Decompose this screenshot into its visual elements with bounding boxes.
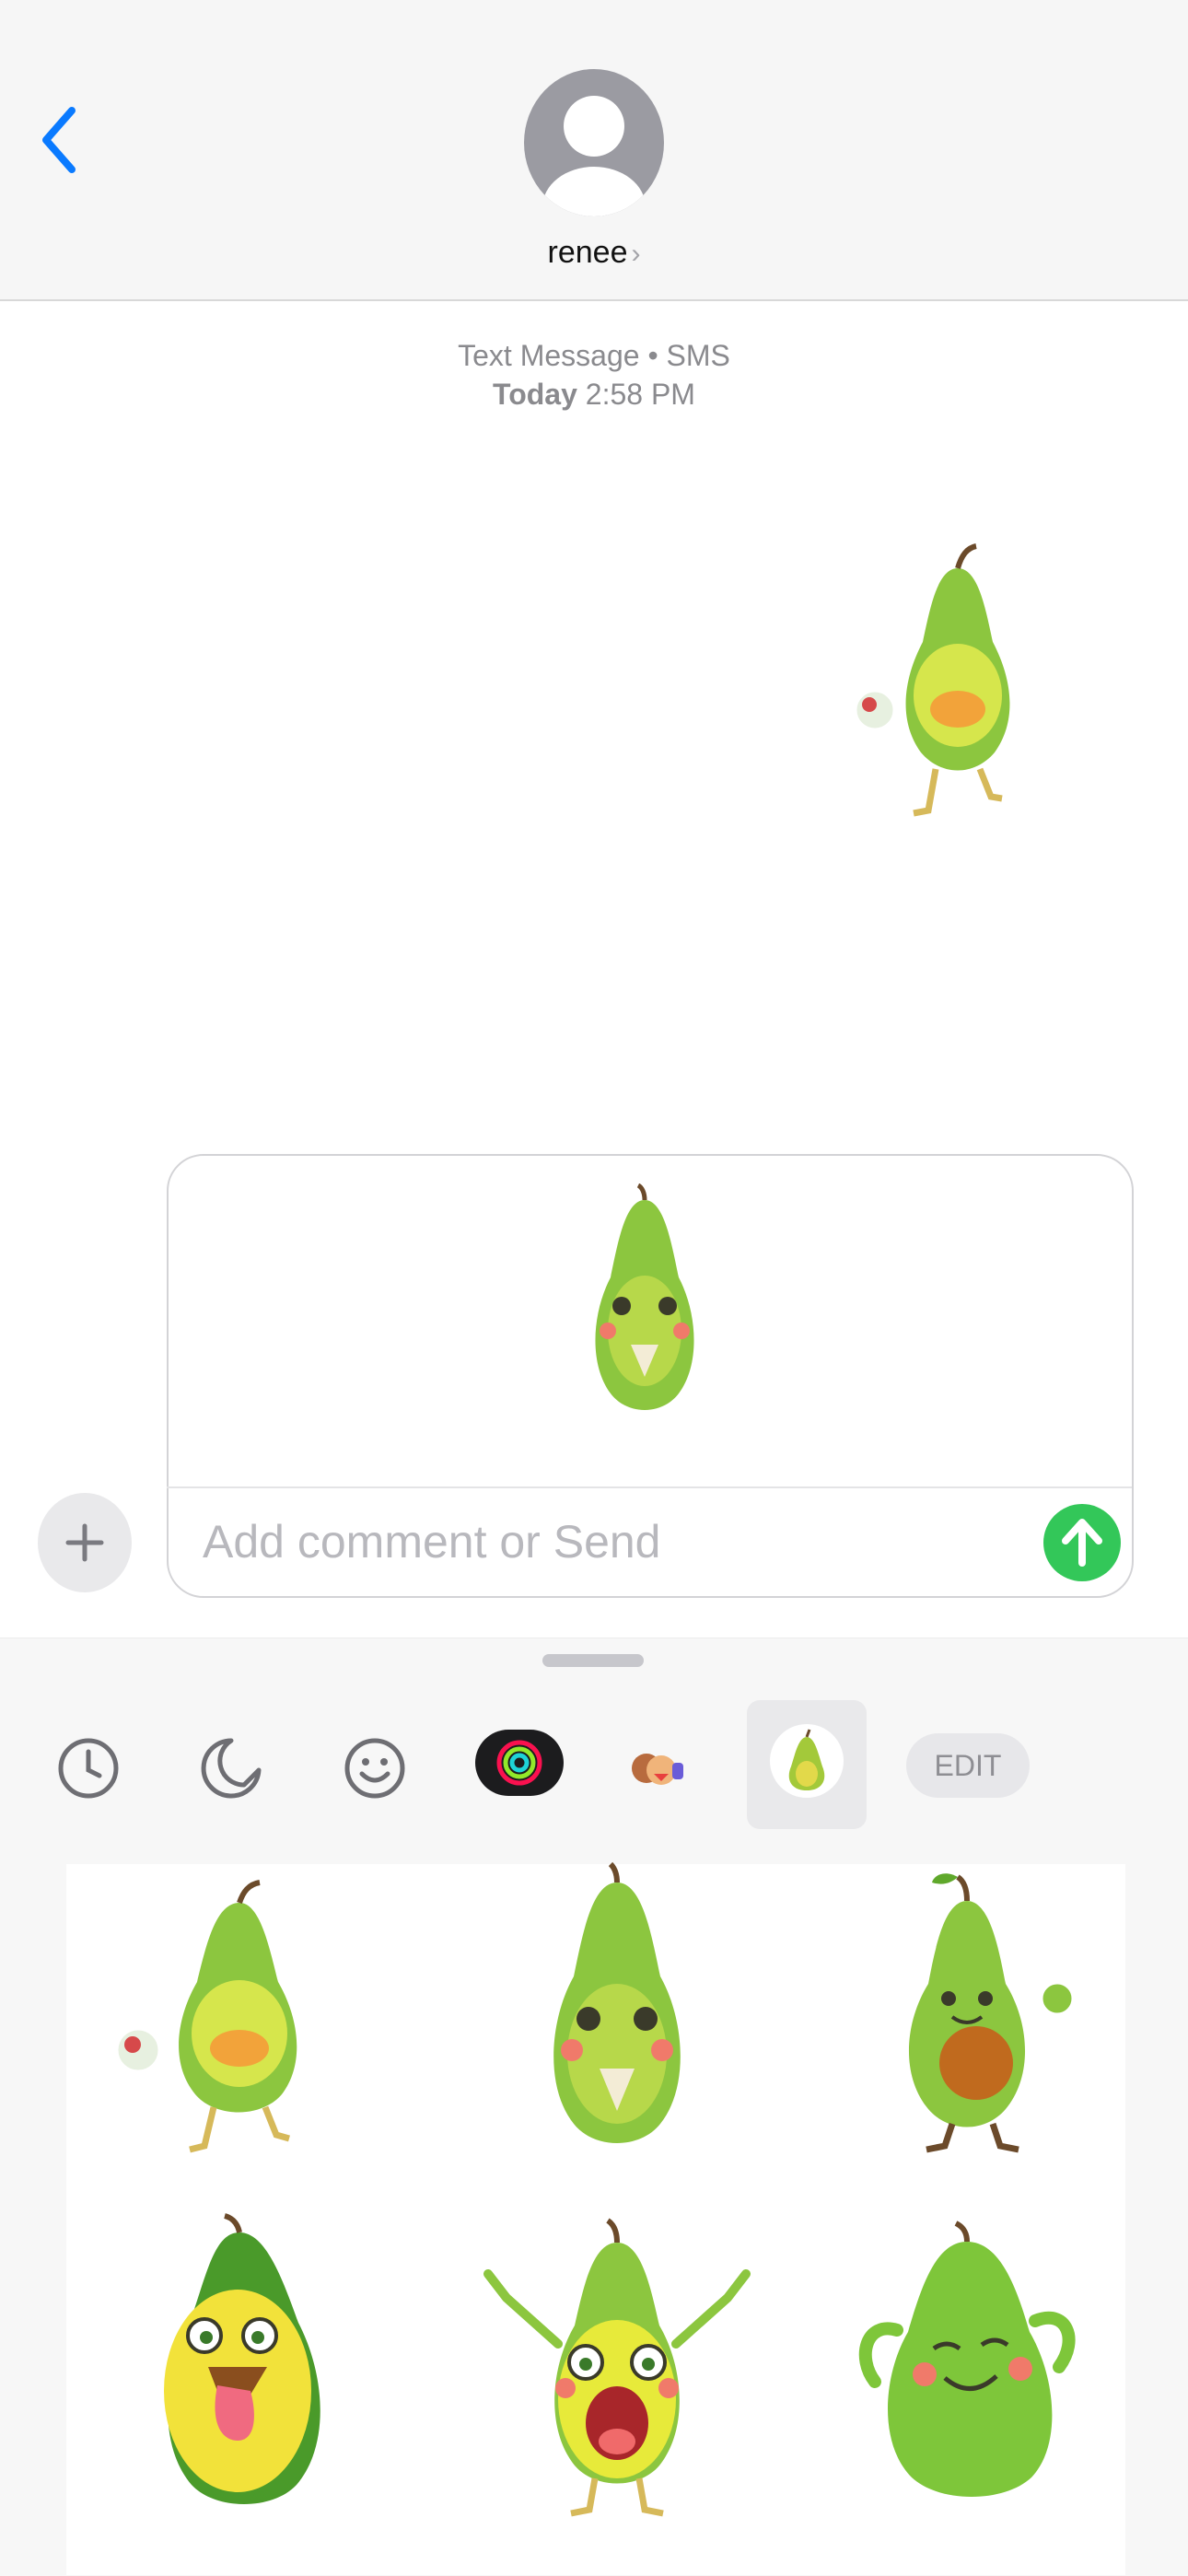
avocado-icon (770, 1724, 844, 1798)
time-label: 2:58 PM (585, 378, 695, 411)
emoji-tab[interactable] (338, 1731, 412, 1805)
sticker-avocado-thumbs-up[interactable] (856, 1870, 1096, 2164)
arrow-up-icon (1062, 1519, 1102, 1567)
sticker-avocado-running-with-ball[interactable] (101, 1877, 350, 2162)
plus-icon (65, 1523, 104, 1562)
contact-name-button[interactable]: renee › (0, 235, 1188, 271)
memoji-icon (632, 1754, 683, 1785)
day-label: Today (493, 378, 577, 411)
activity-tab[interactable] (475, 1730, 564, 1796)
back-button[interactable] (35, 103, 90, 177)
avocado-pack-tab[interactable] (747, 1700, 867, 1829)
stickers-tab[interactable] (194, 1731, 268, 1805)
chevron-left-icon (42, 107, 76, 173)
recents-tab[interactable] (52, 1731, 125, 1805)
sticker-avocado-shocked-arms-up[interactable] (470, 2215, 764, 2528)
person-icon (542, 96, 646, 216)
memoji-tab[interactable] (619, 1731, 693, 1805)
send-button[interactable] (1043, 1504, 1121, 1581)
service-label: Text Message • SMS (458, 339, 730, 372)
sticker-peel-icon (201, 1738, 262, 1799)
sticker-avocado-relaxed-smile[interactable] (838, 2220, 1096, 2524)
sent-sticker-message[interactable] (847, 539, 1068, 824)
smiley-icon (344, 1738, 405, 1799)
sticker-avocado-tongue-out[interactable] (129, 2210, 359, 2533)
sticker-avocado-sad-with-tissue[interactable] (511, 1860, 723, 2174)
contact-name: renee (547, 235, 628, 270)
chevron-right-icon: › (631, 239, 641, 269)
timestamp: Today 2:58 PM (0, 378, 1188, 412)
contact-avatar[interactable] (524, 69, 664, 216)
activity-rings-icon (496, 1740, 542, 1786)
edit-stickers-button[interactable]: EDIT (906, 1733, 1030, 1798)
comment-input[interactable]: Add comment or Send (203, 1515, 661, 1568)
clock-icon (58, 1738, 119, 1799)
drawer-grabber[interactable] (542, 1654, 644, 1667)
apps-plus-button[interactable] (38, 1493, 132, 1592)
composer-divider (167, 1486, 1132, 1488)
attached-sticker-preview[interactable] (566, 1183, 723, 1437)
